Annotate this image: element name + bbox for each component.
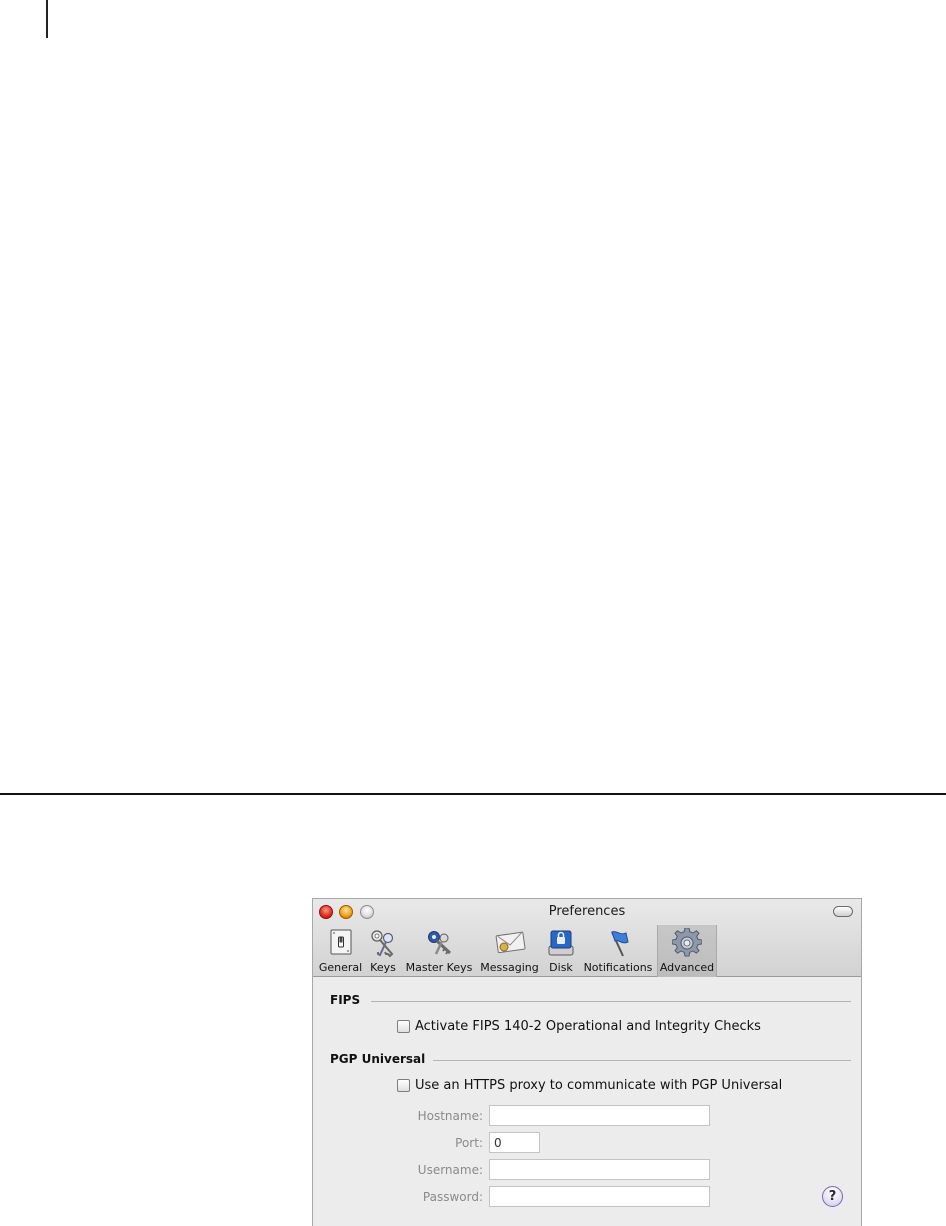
tab-master-keys[interactable]: Master Keys xyxy=(402,925,476,977)
page-margin-mark xyxy=(46,0,48,38)
tab-general[interactable]: General xyxy=(317,925,364,977)
username-field[interactable] xyxy=(489,1159,710,1180)
toolbar-toggle-button[interactable] xyxy=(833,906,853,917)
window-title: Preferences xyxy=(548,904,626,919)
https-proxy-checkbox-label[interactable]: Use an HTTPS proxy to communicate with P… xyxy=(415,1078,782,1093)
tab-messaging[interactable]: Messaging xyxy=(476,925,543,977)
envelope-icon xyxy=(495,931,525,954)
page-horizontal-rule xyxy=(0,793,946,795)
fips-checkbox-label[interactable]: Activate FIPS 140-2 Operational and Inte… xyxy=(415,1019,761,1034)
tab-notifications-label: Notifications xyxy=(583,961,653,974)
pgp-universal-heading: PGP Universal xyxy=(330,1052,426,1066)
keys-icon xyxy=(371,930,394,958)
password-field[interactable] xyxy=(489,1186,710,1207)
preferences-toolbar: General Keys Master Keys Messaging Disk … xyxy=(317,925,717,977)
light-switch-icon xyxy=(330,929,351,955)
tab-messaging-label: Messaging xyxy=(480,961,539,974)
locked-disk-icon xyxy=(548,930,574,956)
port-field[interactable] xyxy=(489,1132,540,1153)
help-button[interactable]: ? xyxy=(822,1186,843,1207)
preferences-window: Preferences General Keys Master Keys Mes… xyxy=(312,898,862,1226)
tab-notifications[interactable]: Notifications xyxy=(579,925,657,977)
hostname-field[interactable] xyxy=(489,1105,710,1126)
tab-disk[interactable]: Disk xyxy=(543,925,579,977)
tab-keys-label: Keys xyxy=(370,961,396,974)
fips-heading: FIPS xyxy=(330,993,361,1007)
gear-icon xyxy=(672,928,702,957)
hostname-label: Hostname: xyxy=(417,1109,483,1123)
password-label: Password: xyxy=(422,1190,483,1204)
window-titlebar: Preferences General Keys Master Keys Mes… xyxy=(313,899,861,977)
master-keys-icon xyxy=(428,931,452,955)
tab-general-label: General xyxy=(318,961,363,974)
tab-disk-label: Disk xyxy=(549,961,573,974)
advanced-pane: FIPS Activate FIPS 140-2 Operational and… xyxy=(313,977,861,1226)
https-proxy-checkbox-row[interactable]: Use an HTTPS proxy to communicate with P… xyxy=(397,1078,782,1093)
tab-master-keys-label: Master Keys xyxy=(405,961,473,974)
fips-checkbox[interactable] xyxy=(397,1020,410,1033)
fips-checkbox-row[interactable]: Activate FIPS 140-2 Operational and Inte… xyxy=(397,1019,761,1034)
tab-keys[interactable]: Keys xyxy=(364,925,402,977)
fips-divider xyxy=(371,1001,851,1002)
https-proxy-checkbox[interactable] xyxy=(397,1079,410,1092)
port-label: Port: xyxy=(455,1136,483,1150)
tab-advanced-label: Advanced xyxy=(659,961,715,974)
pgp-universal-divider xyxy=(433,1060,851,1061)
flag-icon xyxy=(611,931,629,957)
tab-advanced[interactable]: Advanced xyxy=(657,925,717,977)
username-label: Username: xyxy=(417,1163,483,1177)
